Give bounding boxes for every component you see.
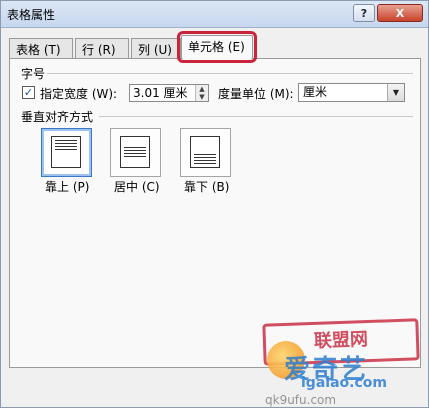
vertical-align-group-label: 垂直对齐方式 [21,110,94,124]
chevron-down-icon[interactable]: ▼ [387,84,404,101]
tab-table[interactable]: 表格 (T) [9,38,73,58]
align-top-icon [51,136,81,168]
watermark-url: igaiao.com [301,375,387,391]
tab-column[interactable]: 列 (U) [131,38,181,58]
size-group-divider [47,73,413,74]
specify-width-label: 指定宽度 (W): [40,87,118,101]
tab-bar: 表格 (T) 行 (R) 列 (U) 单元格 (E) [9,31,421,63]
size-group-label: 字号 [21,67,46,81]
vertical-align-divider [99,116,413,117]
unit-label: 度量单位 (M): [218,87,294,101]
align-bottom-button[interactable] [180,128,231,177]
align-top-label: 靠上 (P) [45,180,90,194]
align-center-label: 居中 (C) [114,180,160,194]
help-button[interactable]: ? [353,4,375,22]
specify-width-checkbox[interactable]: ✓ [22,86,35,99]
title-bar: 表格属性 ? X [1,1,428,28]
watermark-url-secondary: qk9ufu.com [265,393,337,407]
align-center-button[interactable] [110,128,161,177]
align-bottom-label: 靠下 (B) [184,180,230,194]
table-properties-dialog: 表格属性 ? X 表格 (T) 行 (R) 列 (U) 单元格 (E) 字号 ✓… [0,0,429,408]
align-middle-icon [120,136,150,168]
tab-cell[interactable]: 单元格 (E) [177,31,257,63]
tab-row[interactable]: 行 (R) [75,38,129,58]
align-top-button[interactable] [41,128,92,177]
align-bottom-icon [190,136,220,168]
window-title: 表格属性 [7,8,56,22]
close-button[interactable]: X [377,4,423,22]
width-spinner[interactable]: ▲ ▼ [195,85,208,101]
